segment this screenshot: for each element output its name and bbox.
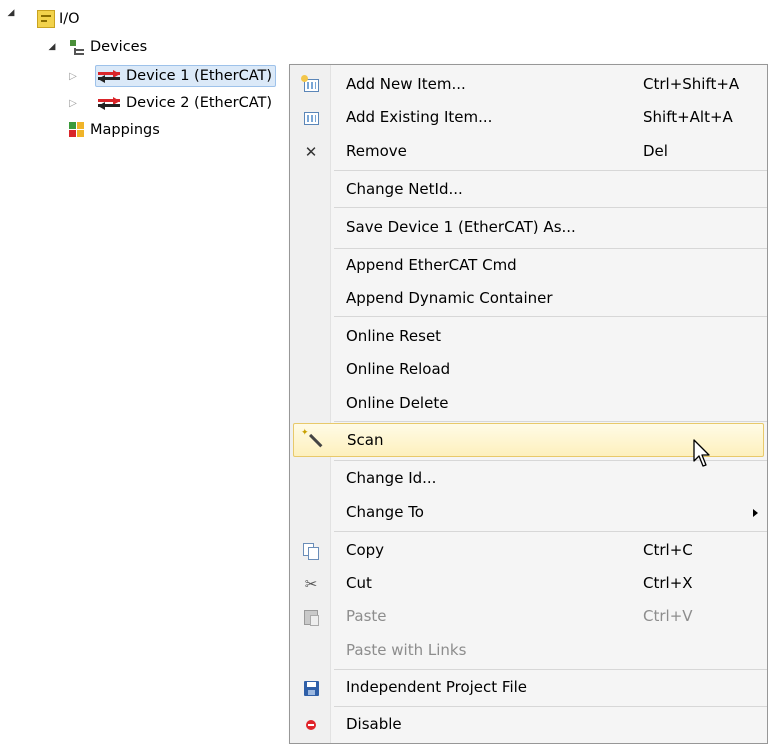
- tree-label-devices: Devices: [90, 39, 148, 55]
- remove-icon: ✕: [304, 143, 318, 161]
- menu-item-shortcut: Ctrl+X: [643, 574, 693, 592]
- collapse-arrow-icon[interactable]: ◢: [6, 8, 16, 18]
- menu-item-change-netid[interactable]: Change NetId...: [293, 173, 764, 206]
- menu-separator: [334, 531, 767, 532]
- menu-item-label: Append EtherCAT Cmd: [346, 256, 517, 274]
- menu-item-label: Save Device 1 (EtherCAT) As...: [346, 218, 576, 236]
- menu-item-online-reload[interactable]: Online Reload: [293, 353, 764, 386]
- add-existing-item-icon: [301, 108, 321, 128]
- context-menu: Add New Item... Ctrl+Shift+A Add Existin…: [289, 64, 768, 744]
- devices-icon: [68, 38, 86, 56]
- menu-item-label: Paste: [346, 607, 387, 625]
- add-new-item-icon: [300, 74, 321, 95]
- menu-item-label: Online Reload: [346, 360, 451, 378]
- menu-item-label: Add Existing Item...: [346, 108, 493, 126]
- menu-item-label: Change To: [346, 503, 424, 521]
- tree-label-device2: Device 2 (EtherCAT): [126, 95, 273, 111]
- menu-item-online-delete[interactable]: Online Delete: [293, 387, 764, 420]
- menu-item-cut[interactable]: ✂ Cut Ctrl+X: [293, 567, 764, 600]
- solution-tree: ◢ I/O ◢ Devices ▷ Device 1 (EtherCAT) ▷: [0, 0, 300, 160]
- collapse-arrow-icon[interactable]: ◢: [47, 42, 57, 52]
- submenu-arrow-icon: [753, 509, 758, 517]
- cut-icon: ✂: [304, 575, 318, 593]
- menu-item-paste-with-links: Paste with Links: [293, 634, 764, 667]
- menu-item-copy[interactable]: Copy Ctrl+C: [293, 534, 764, 567]
- menu-item-label: Copy: [346, 541, 385, 559]
- scan-wand-icon: [301, 428, 322, 451]
- menu-item-save-device-as[interactable]: Save Device 1 (EtherCAT) As...: [293, 211, 764, 244]
- tree-node-device1[interactable]: Device 1 (EtherCAT): [95, 65, 277, 87]
- menu-item-label: Append Dynamic Container: [346, 289, 553, 307]
- disable-icon: [301, 715, 321, 735]
- tree-label-mappings: Mappings: [90, 122, 160, 138]
- menu-item-add-new-item[interactable]: Add New Item... Ctrl+Shift+A: [293, 68, 764, 101]
- menu-separator: [334, 207, 767, 208]
- menu-item-append-ethercat-cmd[interactable]: Append EtherCAT Cmd: [293, 249, 764, 282]
- menu-item-label: Scan: [347, 431, 384, 449]
- menu-item-disable[interactable]: Disable: [293, 708, 764, 741]
- menu-item-label: Add New Item...: [346, 75, 466, 93]
- menu-item-change-to[interactable]: Change To: [293, 496, 764, 529]
- save-icon: [301, 678, 321, 698]
- menu-item-label: Disable: [346, 715, 402, 733]
- menu-separator: [334, 316, 767, 317]
- menu-item-label: Independent Project File: [346, 678, 528, 696]
- menu-separator: [334, 669, 767, 670]
- mappings-icon: [68, 121, 86, 139]
- expand-arrow-icon[interactable]: ▷: [68, 98, 78, 109]
- tree-node-mappings[interactable]: Mappings: [68, 119, 160, 141]
- mouse-cursor-icon: [693, 439, 710, 467]
- ethercat-icon: [98, 67, 122, 85]
- ethercat-icon: [98, 94, 122, 112]
- menu-item-append-dynamic-container[interactable]: Append Dynamic Container: [293, 282, 764, 315]
- menu-separator: [334, 421, 767, 422]
- copy-icon: [301, 541, 321, 561]
- menu-item-shortcut: Del: [643, 142, 668, 160]
- tree-node-device2[interactable]: Device 2 (EtherCAT): [98, 92, 272, 114]
- menu-item-add-existing-item[interactable]: Add Existing Item... Shift+Alt+A: [293, 101, 764, 134]
- menu-item-remove[interactable]: ✕ Remove Del: [293, 135, 764, 168]
- menu-item-independent-project-file[interactable]: Independent Project File: [293, 671, 764, 704]
- menu-item-shortcut: Ctrl+C: [643, 541, 693, 559]
- menu-separator: [334, 170, 767, 171]
- menu-item-shortcut: Ctrl+V: [643, 607, 693, 625]
- menu-item-paste: Paste Ctrl+V: [293, 600, 764, 633]
- menu-item-shortcut: Shift+Alt+A: [643, 108, 733, 126]
- paste-icon: [301, 607, 321, 627]
- menu-item-online-reset[interactable]: Online Reset: [293, 320, 764, 353]
- tree-label-device1: Device 1 (EtherCAT): [126, 68, 273, 84]
- menu-item-label: Remove: [346, 142, 407, 160]
- expand-arrow-icon[interactable]: ▷: [68, 71, 78, 82]
- menu-item-label: Online Reset: [346, 327, 442, 345]
- menu-separator: [334, 706, 767, 707]
- tree-label-io: I/O: [59, 11, 80, 27]
- menu-item-shortcut: Ctrl+Shift+A: [643, 75, 740, 93]
- tree-node-io-content[interactable]: I/O: [37, 8, 80, 30]
- menu-item-label: Cut: [346, 574, 372, 592]
- menu-item-label: Paste with Links: [346, 641, 467, 659]
- io-icon: [37, 10, 55, 28]
- menu-item-label: Change Id...: [346, 469, 437, 487]
- menu-item-label: Online Delete: [346, 394, 449, 412]
- tree-node-devices-content[interactable]: Devices: [68, 36, 147, 58]
- menu-item-label: Change NetId...: [346, 180, 463, 198]
